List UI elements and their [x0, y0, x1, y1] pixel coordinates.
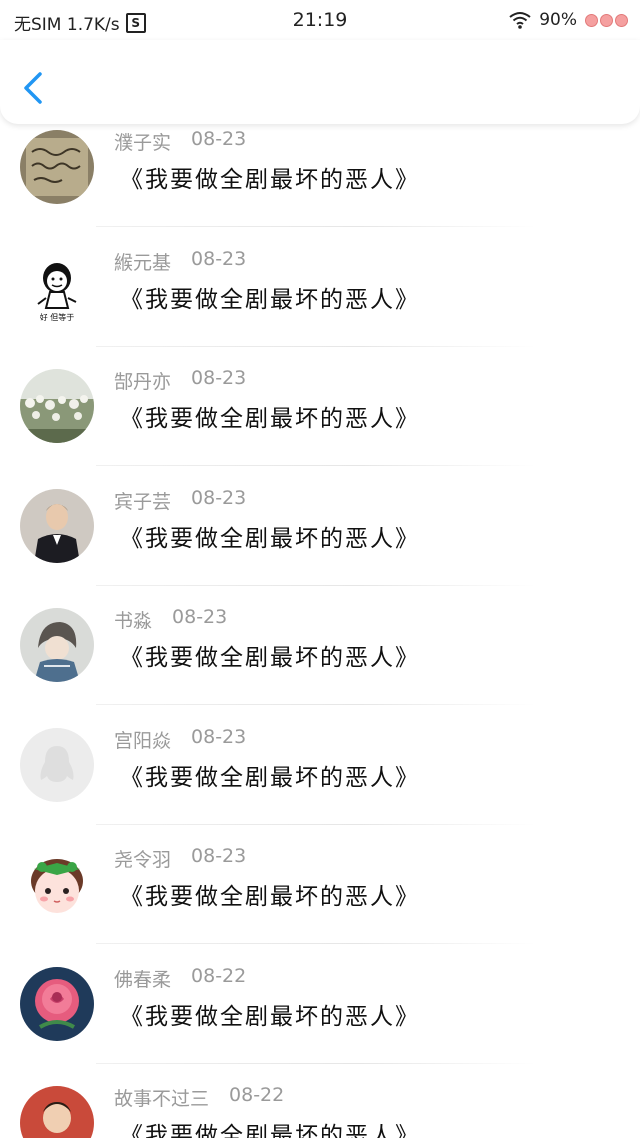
child-avatar-icon [20, 1086, 94, 1138]
message-date: 08-23 [191, 128, 247, 150]
message-text: 《我要做全剧最坏的恶人》 [120, 1123, 420, 1138]
battery-percent: 90% [539, 10, 577, 30]
list-item[interactable]: 好 但等于 緱元基 08-23 《我要做全剧最坏的恶人》 [0, 228, 640, 348]
message-text: 《我要做全剧最坏的恶人》 [120, 286, 420, 313]
battery-peach-icon [585, 13, 628, 27]
name-row: 郜丹亦 08-23 [114, 367, 246, 394]
message-date: 08-23 [172, 606, 228, 628]
message-text: 《我要做全剧最坏的恶人》 [120, 645, 420, 671]
sender-name: 尧令羽 [114, 849, 172, 871]
name-row: 书淼 08-23 [114, 606, 227, 633]
message-date: 08-23 [191, 247, 247, 270]
sender-name: 緱元基 [114, 251, 172, 274]
name-row: 佛春柔 08-22 [114, 965, 246, 992]
sender-name: 故事不过三 [114, 1088, 210, 1110]
sender-name: 书淼 [114, 610, 153, 632]
message-text: 《我要做全剧最坏的恶人》 [120, 525, 420, 552]
name-row: 宫阳焱 08-23 [114, 726, 246, 753]
status-right: 90% [509, 10, 628, 30]
default-penguin-avatar-icon [20, 727, 94, 802]
list-item[interactable]: 郜丹亦 08-23 《我要做全剧最坏的恶人》 [0, 347, 640, 467]
message-date: 08-22 [229, 1084, 285, 1106]
message-date: 08-22 [191, 964, 247, 987]
man-avatar-icon [20, 488, 94, 563]
message-text: 《我要做全剧最坏的恶人》 [120, 764, 420, 791]
message-text: 《我要做全剧最坏的恶人》 [120, 1003, 420, 1030]
back-button[interactable] [16, 68, 52, 108]
message-list[interactable]: 濮子实 08-23 《我要做全剧最坏的恶人》 好 但等于 緱元基 08-23 《… [0, 126, 640, 1138]
top-nav-bar [0, 40, 640, 124]
list-item[interactable]: 书淼 08-23 《我要做全剧最坏的恶人》 [0, 586, 640, 706]
list-item[interactable]: 佛春柔 08-22 《我要做全剧最坏的恶人》 [0, 945, 640, 1065]
message-text: 《我要做全剧最坏的恶人》 [120, 884, 420, 910]
rose-avatar-icon [20, 966, 94, 1041]
list-item[interactable]: 濮子实 08-23 《我要做全剧最坏的恶人》 [0, 126, 640, 228]
message-text: 《我要做全剧最坏的恶人》 [120, 167, 420, 193]
message-date: 08-23 [191, 845, 247, 867]
message-date: 08-23 [191, 486, 247, 509]
avatar[interactable]: 好 但等于 [20, 249, 94, 324]
name-row: 尧令羽 08-23 [114, 845, 246, 872]
avatar[interactable] [20, 608, 94, 682]
sender-name: 佛春柔 [114, 968, 172, 991]
sender-name: 濮子实 [114, 132, 172, 154]
sender-name: 宫阳焱 [114, 729, 172, 752]
list-item[interactable]: 尧令羽 08-23 《我要做全剧最坏的恶人》 [0, 825, 640, 945]
status-bar: 无SIM 1.7K/s S 21:19 90% [0, 0, 640, 40]
list-item[interactable]: 故事不过三 08-22 《我要做全剧最坏的恶人》 [0, 1064, 640, 1138]
message-date: 08-23 [191, 725, 247, 748]
avatar[interactable] [20, 1086, 94, 1138]
wifi-icon [509, 12, 531, 29]
doll-avatar-icon [20, 847, 94, 921]
avatar[interactable] [20, 130, 94, 204]
anime-girl-avatar-icon [20, 608, 94, 682]
meme-avatar-icon: 好 但等于 [20, 249, 94, 324]
message-text: 《我要做全剧最坏的恶人》 [120, 406, 420, 432]
avatar[interactable] [20, 369, 94, 443]
name-row: 宾子芸 08-23 [114, 487, 246, 514]
sender-name: 宾子芸 [114, 490, 172, 513]
avatar[interactable] [20, 966, 94, 1041]
avatar[interactable] [20, 727, 94, 802]
list-item[interactable]: 宫阳焱 08-23 《我要做全剧最坏的恶人》 [0, 706, 640, 826]
name-row: 濮子实 08-23 [114, 128, 246, 155]
meme-caption: 好 但等于 [40, 312, 75, 322]
flowers-avatar-icon [20, 369, 94, 443]
sender-name: 郜丹亦 [114, 371, 172, 393]
message-date: 08-23 [191, 367, 247, 389]
list-item[interactable]: 宾子芸 08-23 《我要做全剧最坏的恶人》 [0, 467, 640, 587]
name-row: 故事不过三 08-22 [114, 1084, 284, 1111]
name-row: 緱元基 08-23 [114, 248, 246, 275]
avatar[interactable] [20, 847, 94, 921]
avatar[interactable] [20, 488, 94, 563]
handwriting-avatar-icon [20, 130, 94, 204]
